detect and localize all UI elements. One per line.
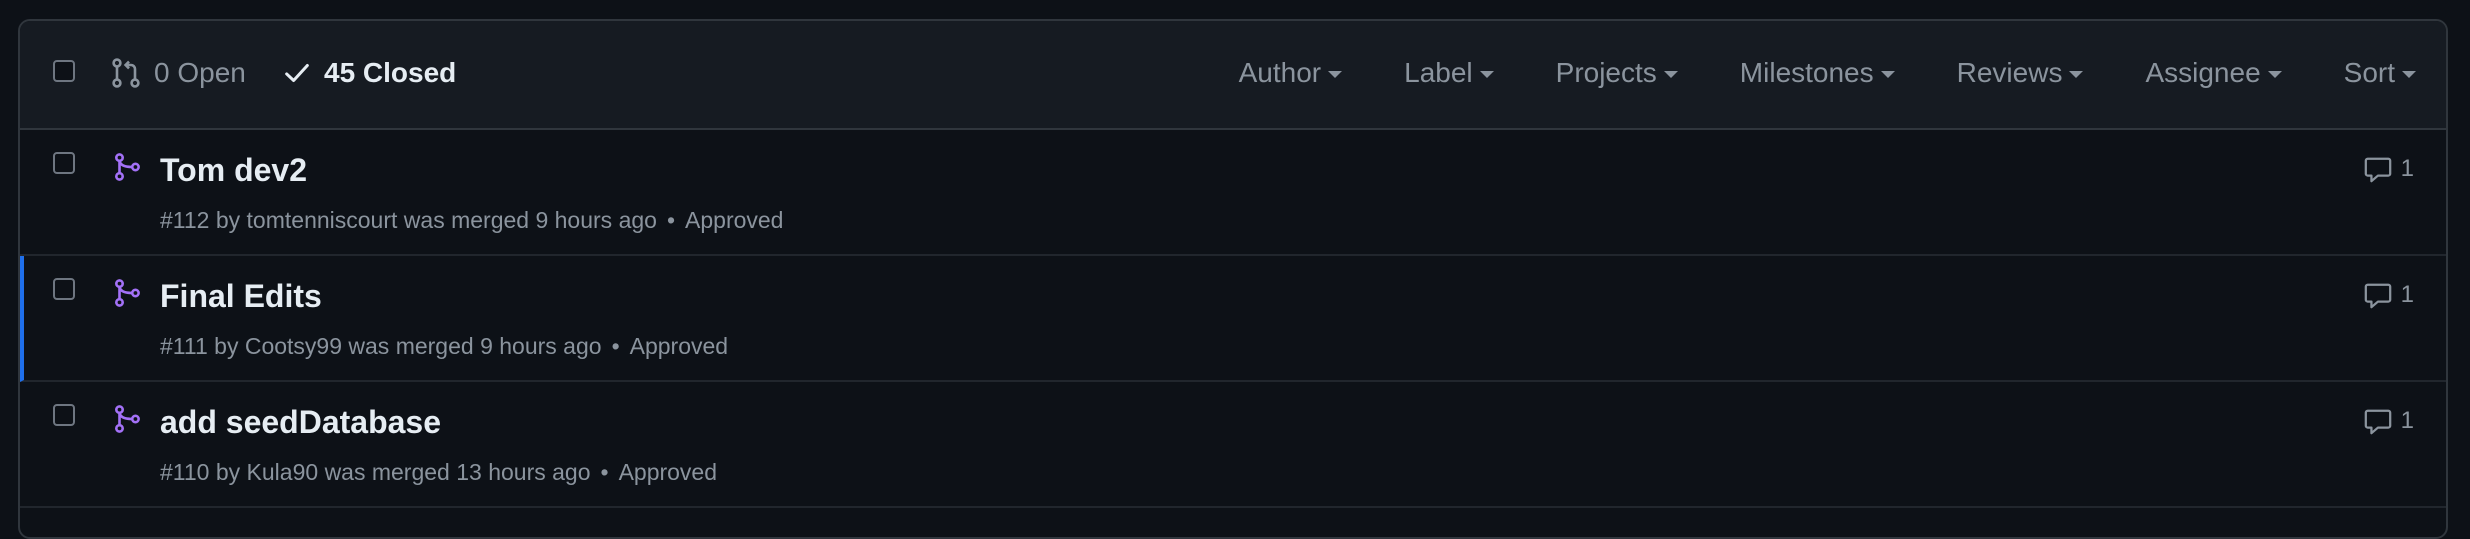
- pr-title-link[interactable]: Tom dev2: [160, 152, 307, 189]
- filter-label: Projects: [1555, 57, 1657, 88]
- closed-filter-link[interactable]: 45 Closed: [282, 53, 456, 93]
- reviews-filter[interactable]: Reviews: [1957, 57, 2084, 89]
- comment-icon: [2364, 283, 2391, 309]
- pr-status: was merged 9 hours ago: [348, 333, 602, 359]
- filter-label: Label: [1404, 57, 1473, 88]
- git-merge-icon: [114, 279, 140, 307]
- comment-count: 1: [2400, 407, 2414, 434]
- comment-count: 1: [2400, 155, 2414, 182]
- pr-title-link[interactable]: Final Edits: [160, 278, 322, 315]
- pr-author-link[interactable]: Kula90: [247, 459, 319, 485]
- list-item: Tom dev2 #112 by tomtenniscourt was merg…: [20, 130, 2446, 256]
- row-checkbox[interactable]: [53, 278, 75, 300]
- projects-filter[interactable]: Projects: [1556, 57, 1678, 89]
- separator-dot: •: [611, 333, 620, 359]
- separator-dot: •: [666, 207, 676, 233]
- open-filter-link[interactable]: 0 Open: [110, 53, 246, 93]
- pr-meta: #112 by tomtenniscourt was merged 9 hour…: [160, 207, 783, 234]
- list-header: 0 Open 45 Closed Author Label Projects M…: [20, 21, 2446, 130]
- open-count-label: 0 Open: [154, 57, 246, 88]
- select-all-checkbox[interactable]: [53, 60, 75, 82]
- comments-link[interactable]: 1: [2363, 280, 2414, 310]
- caret-down-icon: [2402, 71, 2416, 78]
- pr-meta: #110 by Kula90 was merged 13 hours ago • A…: [160, 459, 717, 486]
- caret-down-icon: [1479, 71, 1494, 78]
- caret-down-icon: [2069, 71, 2084, 78]
- filter-label: Milestones: [1739, 57, 1874, 88]
- separator-dot: •: [600, 459, 609, 485]
- git-pull-request-icon: [112, 58, 140, 88]
- filter-label: Author: [1238, 57, 1322, 88]
- list-item: Final Edits #111 by Cootsy99 was merged …: [20, 256, 2446, 382]
- pr-author-link[interactable]: Cootsy99: [245, 333, 342, 359]
- filter-bar: Author Label Projects Milestones Reviews…: [1239, 53, 2416, 93]
- row-checkbox[interactable]: [53, 404, 75, 426]
- sort-filter[interactable]: Sort: [2344, 57, 2416, 89]
- pr-number: #110: [160, 459, 210, 485]
- row-checkbox[interactable]: [53, 152, 75, 174]
- pr-meta: #111 by Cootsy99 was merged 9 hours ago •…: [160, 333, 728, 360]
- by-label: by: [215, 207, 241, 233]
- pr-number: #111: [160, 333, 208, 359]
- list-item: add seedDatabase #110 by Kula90 was merg…: [20, 382, 2446, 508]
- assignee-filter[interactable]: Assignee: [2145, 57, 2282, 89]
- git-merge-icon: [114, 153, 140, 181]
- pr-status: was merged 9 hours ago: [403, 207, 657, 233]
- caret-down-icon: [1328, 71, 1343, 78]
- comment-icon: [2364, 409, 2391, 435]
- caret-down-icon: [2267, 71, 2282, 78]
- pr-status: was merged 13 hours ago: [324, 459, 591, 485]
- caret-down-icon: [1663, 71, 1678, 78]
- filter-label: Sort: [2343, 57, 2395, 88]
- pr-author-link[interactable]: tomtenniscourt: [247, 207, 398, 233]
- by-label: by: [215, 459, 241, 485]
- label-filter[interactable]: Label: [1404, 57, 1494, 89]
- comments-link[interactable]: 1: [2363, 406, 2414, 436]
- comment-icon: [2364, 157, 2391, 183]
- filter-label: Assignee: [2145, 57, 2261, 88]
- comment-count: 1: [2400, 281, 2414, 308]
- comments-link[interactable]: 1: [2363, 154, 2414, 184]
- milestones-filter[interactable]: Milestones: [1740, 57, 1895, 89]
- by-label: by: [214, 333, 239, 359]
- caret-down-icon: [1880, 71, 1895, 78]
- review-status-link[interactable]: Approved: [630, 333, 728, 359]
- review-status-link[interactable]: Approved: [619, 459, 717, 485]
- author-filter[interactable]: Author: [1239, 57, 1343, 89]
- filter-label: Reviews: [1956, 57, 2063, 88]
- review-status-link[interactable]: Approved: [685, 207, 783, 233]
- pull-request-list: 0 Open 45 Closed Author Label Projects M…: [18, 19, 2448, 539]
- check-icon: [285, 64, 309, 82]
- git-merge-icon: [114, 405, 140, 433]
- closed-count-label: 45 Closed: [324, 57, 457, 88]
- pr-number: #112: [160, 207, 210, 233]
- pr-title-link[interactable]: add seedDatabase: [160, 404, 441, 441]
